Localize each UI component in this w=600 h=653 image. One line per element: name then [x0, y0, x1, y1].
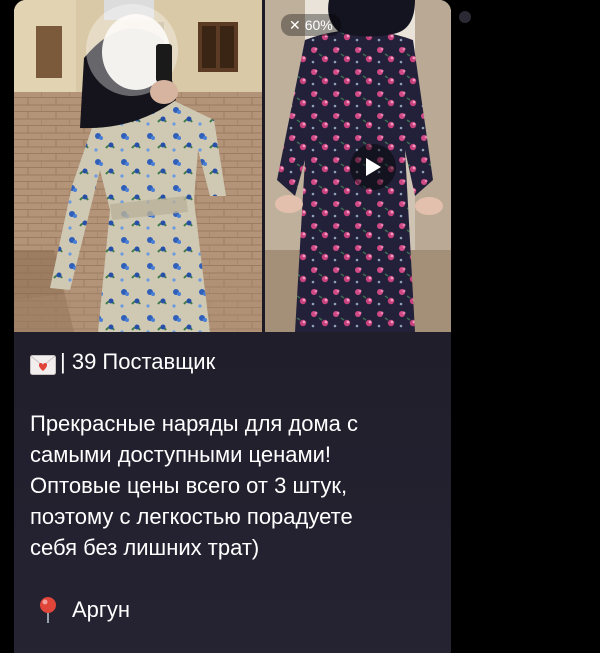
photo-left-image [14, 0, 262, 332]
video-badge: ✕ 60% [281, 14, 341, 36]
caption-location: Аргун [30, 594, 440, 625]
caption-header: | 39 Поставщик [30, 346, 440, 377]
photo-left[interactable] [14, 0, 262, 332]
message-bubble[interactable]: ✕ 60% | 39 Поставщик Прекрасные наряды д… [14, 0, 451, 653]
chat-view: ✕ 60% | 39 Поставщик Прекрасные наряды д… [0, 0, 600, 653]
scroll-indicator[interactable] [459, 11, 471, 23]
video-badge-label: 60% [304, 17, 333, 33]
caption-body: Прекрасные наряды для дома с самыми дост… [30, 411, 358, 560]
message-caption: | 39 Поставщик Прекрасные наряды для дом… [30, 346, 440, 625]
location-text: Аргун [72, 597, 131, 622]
caption-header-text: | 39 Поставщик [60, 349, 216, 374]
muted-icon: ✕ [289, 17, 301, 33]
love-letter-icon [30, 352, 56, 375]
play-button[interactable] [350, 144, 396, 190]
round-pushpin-icon [38, 596, 58, 624]
media-album: ✕ 60% [14, 0, 451, 332]
play-icon [366, 158, 381, 176]
